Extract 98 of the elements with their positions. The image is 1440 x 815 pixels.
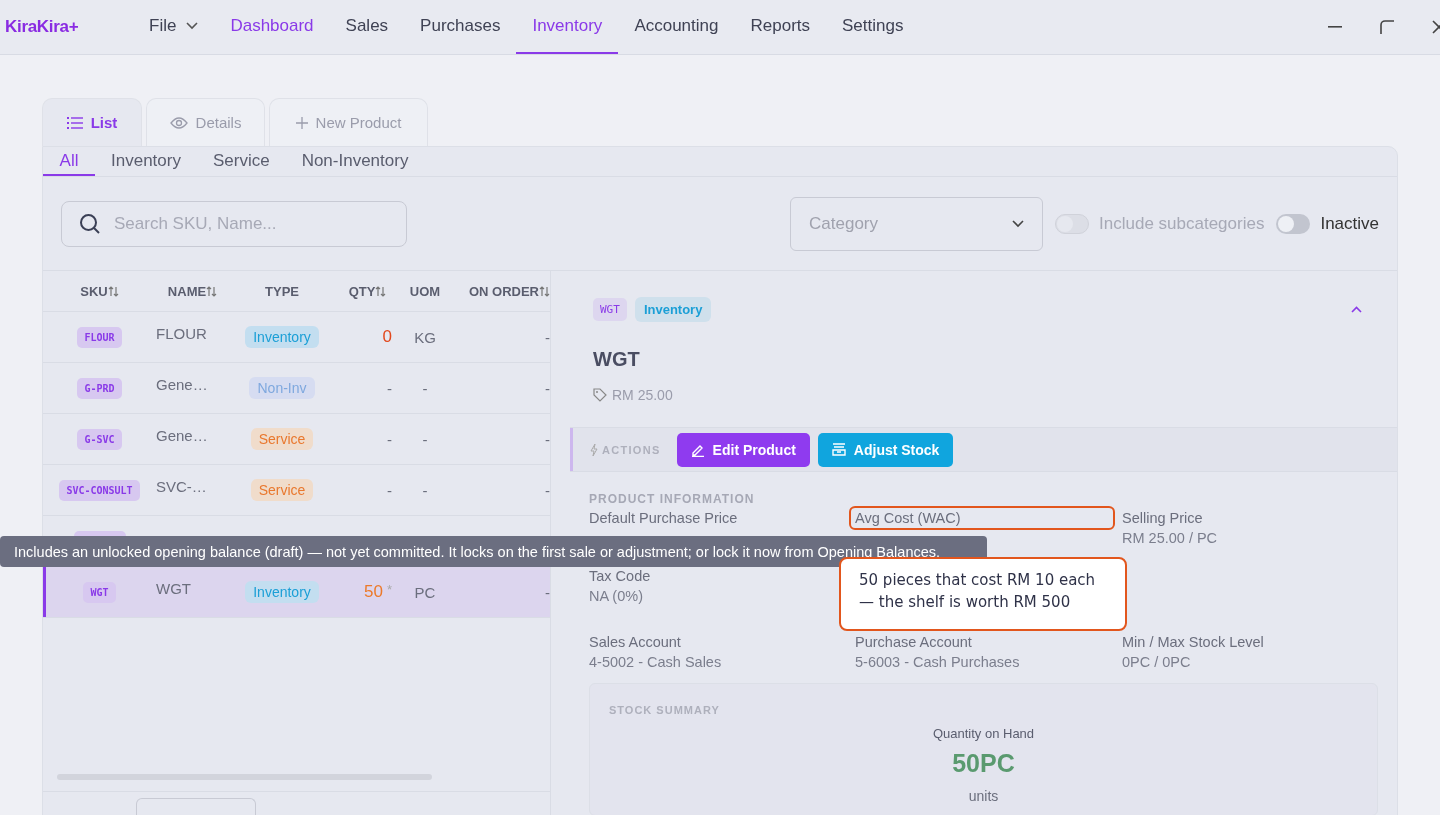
type-tag: Service (250, 479, 314, 501)
section-heading: PRODUCT INFORMATION (589, 492, 756, 507)
search-field[interactable]: Search SKU, Name... (61, 200, 407, 247)
nav-tab[interactable]: Reports (734, 0, 827, 54)
table-row[interactable]: SVC-CONSULT SVC-… Service - - - (43, 465, 550, 516)
table-cell: - (422, 481, 428, 499)
sku-tag: SVC-CONSULT (59, 479, 140, 501)
tray-icon (831, 443, 846, 457)
product-title: WGT (593, 348, 641, 371)
column-header[interactable]: ON ORDER (450, 283, 550, 299)
toggle-label: Include subcategories (1099, 213, 1265, 234)
sku-tag: G-PRD (77, 377, 122, 399)
stat-value: 50PC (952, 748, 1015, 778)
field-label: Sales Account (589, 633, 681, 650)
field-value: 4-5002 - Cash Sales (589, 653, 723, 671)
table-cell: - (545, 430, 550, 448)
type-tag: Inventory (634, 297, 712, 322)
restore-icon[interactable] (1380, 20, 1394, 34)
column-header[interactable]: SKU (43, 283, 156, 299)
column-header: UOM (408, 283, 442, 299)
field-label: Purchase Account (855, 633, 972, 650)
table-cell: - (387, 481, 392, 499)
column-header[interactable]: QTY (335, 283, 400, 299)
field-value: 0PC / 0PC (1122, 653, 1192, 671)
table-cell: 50 (364, 582, 383, 602)
field-label: Default Purchase Price (589, 510, 738, 527)
price-text: RM 25.00 (612, 387, 673, 403)
filter-tab[interactable]: All (43, 147, 95, 176)
draft-mark: * (386, 582, 392, 597)
callout-text: 50 pieces that cost RM 10 each (859, 571, 1096, 589)
table-cell: - (422, 379, 428, 397)
stat-unit: units (968, 787, 999, 804)
tag-icon (593, 388, 607, 402)
type-tag: Service (250, 428, 314, 450)
field-label: Min / Max Stock Level (1122, 633, 1264, 650)
type-tag: Inventory (245, 326, 319, 348)
table-cell: - (545, 328, 550, 346)
table-cell: 0 (382, 327, 392, 347)
stat-label: Quantity on Hand (932, 725, 1035, 741)
column-header: TYPE (264, 283, 300, 299)
table-cell-text: Gene… (156, 426, 209, 444)
table-cell: PC (414, 583, 436, 601)
filter-tab[interactable]: Service (196, 147, 286, 176)
table-row[interactable]: G-PRD Gene… Non-Inv - - - (43, 363, 550, 414)
sku-tag: WGT (83, 581, 116, 603)
sku-tag: G-SVC (77, 428, 122, 450)
table-cell: - (545, 583, 550, 601)
table-cell: KG (414, 328, 436, 346)
nav-tab[interactable]: Accounting (618, 0, 735, 54)
filter-tab[interactable]: Inventory (95, 147, 197, 176)
nav-tab[interactable]: Inventory (516, 0, 619, 54)
table-cell: - (422, 430, 428, 448)
field-value: NA (0%) (589, 588, 644, 606)
nav-tab[interactable]: Purchases (404, 0, 517, 54)
toggle-switch[interactable] (1276, 213, 1311, 234)
tooltip: Includes an unlocked opening balance (draft) — not yet committed. It locks on the first sale or adjustment; or lock it now from Opening Balances. (0, 536, 987, 567)
table-row[interactable]: G-SVC Gene… Service - - - (43, 414, 550, 465)
field-value: 5-6003 - Cash Purchases (855, 653, 1021, 671)
field-label: Avg Cost (WAC) (851, 508, 1113, 529)
column-header[interactable]: NAME (156, 283, 229, 299)
table-cell-text: Gene… (156, 375, 209, 393)
eye-icon (169, 116, 188, 129)
view-tab[interactable]: List (42, 98, 142, 146)
chevron-up-icon[interactable] (1351, 306, 1362, 313)
minimize-icon[interactable] (1328, 26, 1342, 28)
menu-dropdown[interactable]: File (133, 0, 215, 54)
nav-tab[interactable]: Settings (826, 0, 920, 54)
nav-tab[interactable]: Dashboard (214, 0, 330, 54)
table-cell-text: WGT (156, 579, 192, 597)
search-icon (79, 212, 101, 235)
close-icon[interactable] (1432, 20, 1440, 34)
field-label: Tax Code (589, 568, 651, 585)
sku-tag: FLOUR (77, 326, 122, 348)
plus-icon (295, 116, 308, 129)
table-cell: - (387, 379, 392, 397)
table-cell: - (545, 481, 550, 499)
type-tag: Non-Inv (249, 377, 315, 399)
table-cell: - (387, 430, 392, 448)
table-row[interactable]: WGT WGT Inventory 50 * PC - (43, 567, 550, 618)
caret-icon (186, 22, 199, 30)
field-label: Selling Price (1122, 510, 1203, 527)
nav-tab[interactable]: Sales (329, 0, 405, 54)
adjust-stock-button[interactable]: Adjust Stock (817, 432, 954, 467)
table-cell-text: FLOUR (156, 324, 208, 342)
table-row[interactable]: FLOUR FLOUR Inventory 0 KG - (43, 312, 550, 363)
field-value: RM 25.00 / PC (1122, 530, 1219, 548)
table-cell-text: SVC-… (156, 477, 208, 495)
app-logo: KiraKira+ (5, 17, 80, 37)
edit-product-button[interactable]: Edit Product (676, 432, 810, 467)
list-icon (66, 115, 83, 130)
table-cell: - (545, 379, 550, 397)
sku-tag: WGT (593, 298, 627, 321)
chevron-down-icon (1012, 219, 1024, 228)
bolt-icon (590, 443, 598, 456)
filter-tab[interactable]: Non-Inventory (285, 147, 425, 176)
toggle-label: Inactive (1320, 213, 1379, 234)
type-tag: Inventory (245, 581, 319, 603)
callout-text: — the shelf is worth RM 500 (859, 593, 1071, 611)
